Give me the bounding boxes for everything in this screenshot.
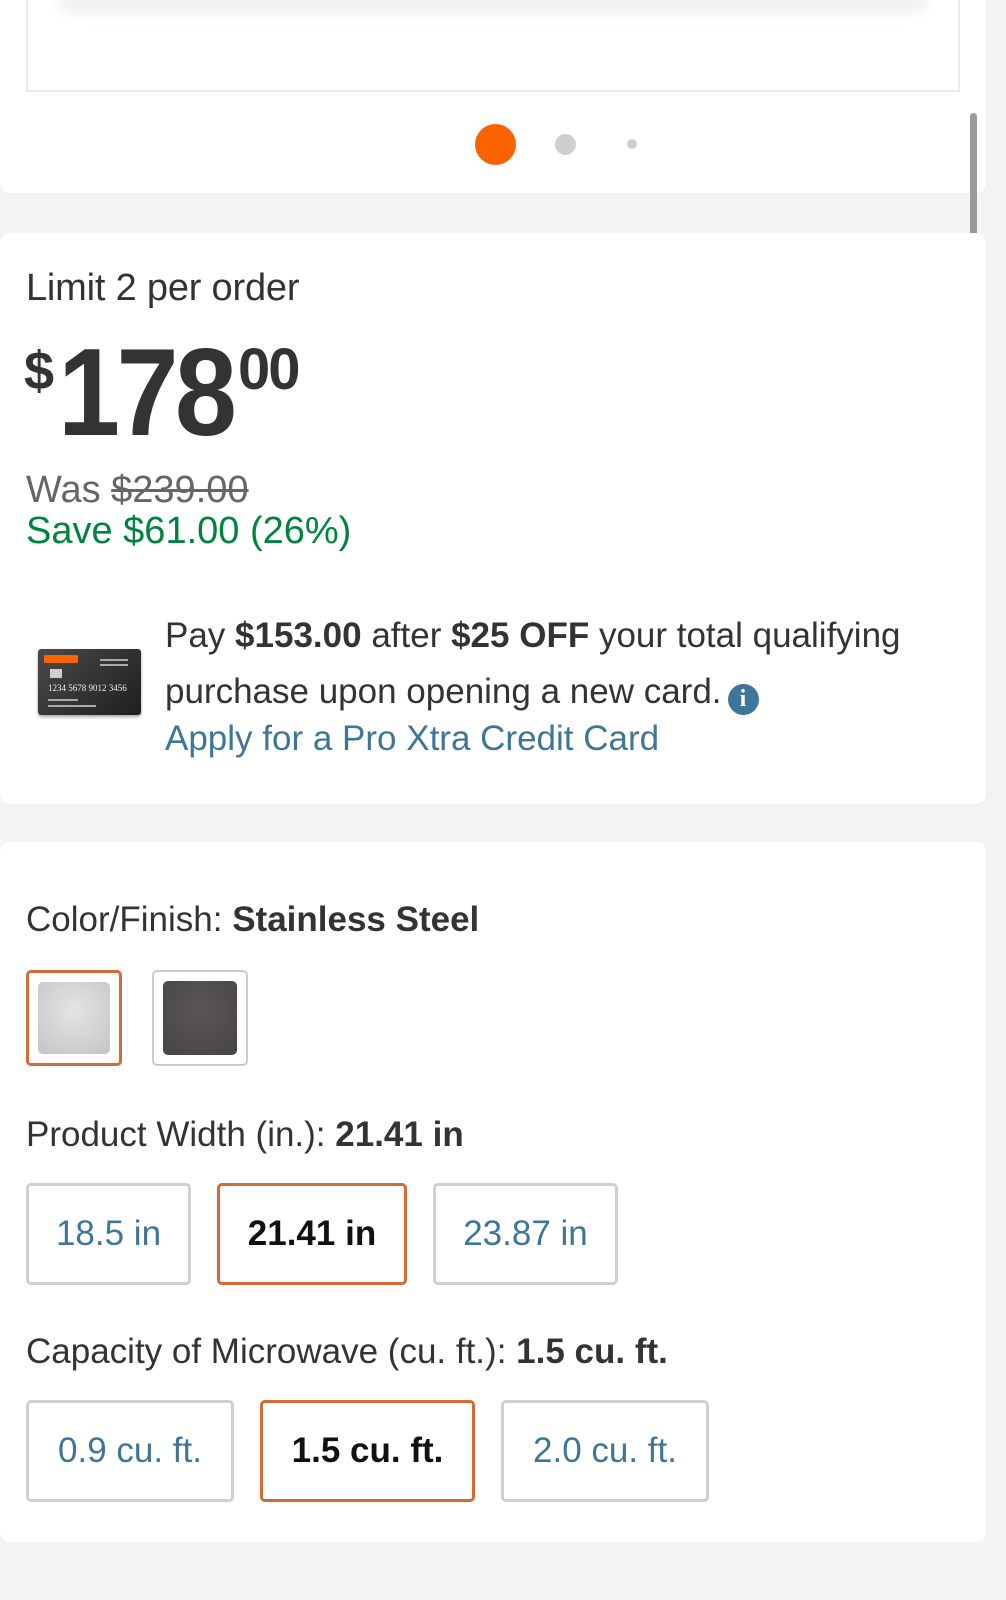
swatch-black-stainless[interactable] xyxy=(152,970,248,1066)
credit-offer-text: Pay $153.00 after $25 OFF your total qua… xyxy=(165,608,945,720)
product-options-card: Color/Finish: Stainless Steel Product Wi… xyxy=(0,842,986,1542)
carousel-dot-active[interactable] xyxy=(475,124,516,165)
capacity-label-row: Capacity of Microwave (cu. ft.): 1.5 cu.… xyxy=(26,1332,668,1372)
image-carousel xyxy=(0,0,986,193)
swatch-fill xyxy=(38,982,110,1054)
was-price: Was $239.00 xyxy=(26,469,249,512)
card-number: 1234 5678 9012 3456 xyxy=(48,683,127,693)
width-label: Product Width (in.): xyxy=(26,1115,326,1154)
info-icon[interactable]: i xyxy=(727,684,759,715)
card-line xyxy=(48,705,96,707)
price-currency: $ xyxy=(24,341,55,401)
card-chip-icon xyxy=(50,669,62,678)
carousel-dot[interactable] xyxy=(555,134,576,155)
carousel-pagination xyxy=(0,124,986,165)
apply-credit-card-link[interactable]: Apply for a Pro Xtra Credit Card xyxy=(165,719,659,759)
capacity-label: Capacity of Microwave (cu. ft.): xyxy=(26,1332,507,1371)
offer-after: after xyxy=(371,616,442,655)
swatch-stainless-steel[interactable] xyxy=(26,970,122,1066)
width-selected-value: 21.41 in xyxy=(335,1115,464,1154)
width-option-18-5[interactable]: 18.5 in xyxy=(26,1183,191,1285)
product-image-shadow xyxy=(58,0,928,22)
original-price: $239.00 xyxy=(111,469,249,511)
offer-amount: $153.00 xyxy=(235,616,362,655)
price-dollars: 178 xyxy=(58,324,237,462)
width-option-21-41[interactable]: 21.41 in xyxy=(217,1183,407,1285)
capacity-option-0-9[interactable]: 0.9 cu. ft. xyxy=(26,1400,234,1502)
price-cents: 00 xyxy=(238,337,300,402)
card-line xyxy=(48,699,78,701)
credit-card-image: 1234 5678 9012 3456 xyxy=(38,649,141,715)
order-limit-text: Limit 2 per order xyxy=(26,267,300,309)
color-finish-label: Color/Finish: Stainless Steel xyxy=(26,900,479,940)
savings-text: Save $61.00 (26%) xyxy=(26,510,352,552)
card-line xyxy=(100,664,128,666)
offer-pay: Pay xyxy=(165,616,226,655)
price-card: Limit 2 per order $ 178 00 Was $239.00 S… xyxy=(0,233,986,804)
width-option-23-87[interactable]: 23.87 in xyxy=(433,1183,618,1285)
capacity-option-2-0[interactable]: 2.0 cu. ft. xyxy=(501,1400,709,1502)
product-image-frame[interactable] xyxy=(26,0,960,92)
color-selected-value: Stainless Steel xyxy=(232,900,480,939)
carousel-dot[interactable] xyxy=(627,139,637,149)
offer-discount: $25 OFF xyxy=(451,616,590,655)
card-line xyxy=(100,659,128,661)
was-label: Was xyxy=(26,469,101,511)
capacity-option-1-5[interactable]: 1.5 cu. ft. xyxy=(260,1400,475,1502)
width-label-row: Product Width (in.): 21.41 in xyxy=(26,1115,464,1155)
swatch-fill xyxy=(163,981,237,1055)
product-page: Limit 2 per order $ 178 00 Was $239.00 S… xyxy=(0,0,1006,1600)
pro-xtra-logo xyxy=(44,655,78,663)
color-label: Color/Finish: xyxy=(26,900,223,939)
capacity-selected-value: 1.5 cu. ft. xyxy=(516,1332,668,1371)
